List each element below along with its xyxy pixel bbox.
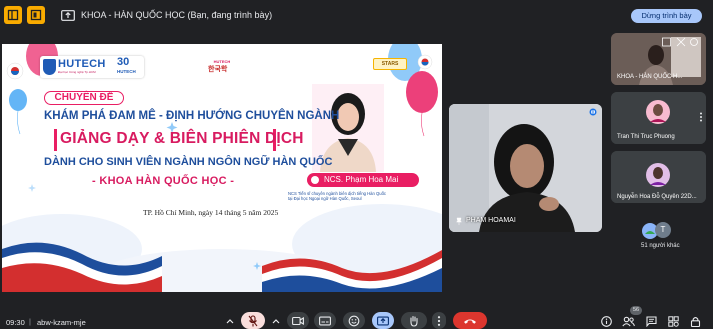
end-call-button[interactable] bbox=[453, 312, 487, 329]
shared-slide: HUTECH Đại học Công nghệ Tp.HCM 30 HUTEC… bbox=[2, 44, 442, 292]
audio-indicator-icon bbox=[589, 108, 597, 116]
slide-title-line-2: GIẢNG DẠY & BIÊN PHIÊN DỊCH bbox=[60, 130, 304, 147]
present-icon bbox=[377, 316, 389, 325]
topic-badge: CHUYÊN ĐỀ bbox=[44, 91, 124, 105]
panel-toggle-button[interactable] bbox=[4, 6, 22, 24]
speaker-name-tag: NCS. Phạm Hoa Mai bbox=[307, 173, 419, 187]
stars-logo: STARS bbox=[373, 58, 407, 70]
speaker-video bbox=[449, 104, 602, 232]
main-video-tile[interactable]: PHAM HOAMAI bbox=[449, 104, 602, 232]
partner-logo-mark: 한국학 bbox=[208, 66, 228, 73]
panel-icon bbox=[7, 9, 19, 21]
tile-controls[interactable] bbox=[662, 37, 702, 47]
mic-off-icon bbox=[248, 314, 258, 326]
hutech-logo-subtitle: Đại học Công nghệ Tp.HCM bbox=[58, 70, 96, 74]
clock: 09:30 bbox=[6, 318, 25, 327]
captions-button[interactable] bbox=[314, 312, 336, 329]
mute-icon bbox=[690, 38, 698, 46]
camera-button[interactable] bbox=[287, 312, 309, 329]
chevron-up-icon bbox=[226, 318, 234, 323]
pen-icon bbox=[311, 176, 319, 184]
speaker-name: NCS. Phạm Hoa Mai bbox=[324, 175, 399, 184]
activities-icon[interactable] bbox=[668, 316, 679, 327]
participant-name-2: Tran Thi Truc Phuong bbox=[617, 134, 675, 140]
camera-icon bbox=[292, 316, 304, 325]
present-icon bbox=[61, 10, 75, 21]
layout-icon bbox=[30, 9, 42, 21]
participant-tile-1[interactable]: KHOA - HÀN QUỐC H... bbox=[611, 33, 706, 85]
chat-icon[interactable] bbox=[646, 316, 657, 327]
participant-count-badge: 56 bbox=[630, 306, 642, 315]
raise-hand-button[interactable] bbox=[401, 312, 427, 329]
slide-background bbox=[2, 44, 442, 292]
slide-department: - KHOA HÀN QUỐC HỌC - bbox=[92, 175, 235, 187]
emoji-button[interactable] bbox=[343, 312, 365, 329]
more-icon[interactable] bbox=[699, 112, 703, 122]
info-icon[interactable] bbox=[601, 316, 612, 327]
separator: | bbox=[29, 317, 31, 326]
slide-date: TP. Hồ Chí Minh, ngày 14 tháng 5 năm 202… bbox=[143, 208, 279, 217]
top-bar: KHOA - HÀN QUỐC HỌC (Bạn, đang trình bày… bbox=[0, 0, 713, 32]
slide-title-line-1: KHÁM PHÁ ĐAM MÊ - ĐỊNH HƯỚNG CHUYÊN NGÀN… bbox=[44, 110, 340, 122]
speaker-description-2: tại Đại học Ngoại ngữ Hàn Quốc, Seoul bbox=[288, 196, 362, 201]
chevron-up-icon bbox=[272, 318, 280, 323]
captions-icon bbox=[319, 316, 331, 325]
pin-view-button[interactable] bbox=[27, 6, 45, 24]
presenting-status: KHOA - HÀN QUỐC HỌC (Bạn, đang trình bày… bbox=[81, 10, 273, 20]
main-participant-name: PHAM HOAMAI bbox=[466, 217, 516, 224]
raise-hand-icon bbox=[410, 315, 418, 327]
end-call-icon bbox=[464, 319, 476, 324]
slide-title-line-3: DÀNH CHO SINH VIÊN NGÀNH NGÔN NGỮ HÀN QU… bbox=[44, 156, 333, 168]
remove-icon bbox=[676, 37, 686, 47]
participant-tile-2[interactable]: Tran Thi Truc Phuong bbox=[611, 92, 706, 144]
present-button[interactable] bbox=[372, 312, 394, 329]
emoji-icon bbox=[348, 315, 360, 326]
other-participant-avatar: T bbox=[655, 222, 671, 238]
people-icon[interactable] bbox=[622, 316, 635, 327]
stop-presenting-button[interactable]: Dừng trình bày bbox=[631, 9, 702, 23]
hutech-logo-text: HUTECH bbox=[58, 58, 106, 70]
anniversary-number: 30 bbox=[117, 56, 130, 68]
audio-options-button[interactable] bbox=[222, 312, 238, 329]
participant-tile-3[interactable]: Nguyễn Hoa Đỗ Quyên 22D... bbox=[611, 151, 706, 203]
mic-button[interactable] bbox=[241, 312, 265, 329]
video-options-button[interactable] bbox=[268, 312, 284, 329]
hutech-logo: HUTECH Đại học Công nghệ Tp.HCM 30 HUTEC… bbox=[40, 56, 144, 78]
participant-name-1: KHOA - HÀN QUỐC H... bbox=[617, 74, 683, 80]
meeting-code: abw-kzam-mje bbox=[37, 318, 86, 327]
more-icon bbox=[437, 315, 441, 326]
lock-icon[interactable] bbox=[690, 316, 701, 327]
pin-icon bbox=[662, 37, 671, 47]
more-options-button[interactable] bbox=[432, 312, 446, 329]
anniversary-label: HUTECH bbox=[117, 69, 136, 74]
other-participants-count[interactable]: 51 người khác bbox=[641, 243, 680, 249]
participant-name-3: Nguyễn Hoa Đỗ Quyên 22D... bbox=[617, 194, 697, 200]
pin-icon bbox=[455, 217, 463, 225]
hutech-shield-icon bbox=[43, 59, 56, 75]
